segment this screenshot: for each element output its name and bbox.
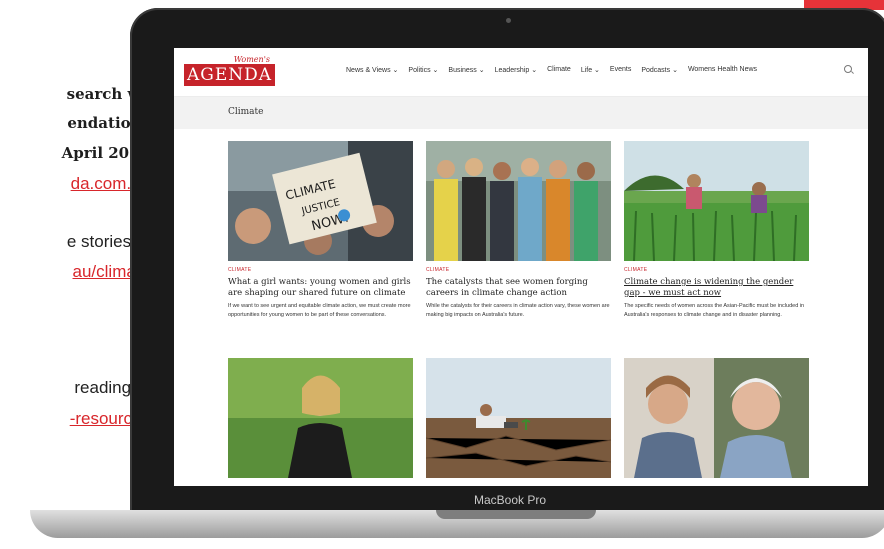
site-logo[interactable]: Women's AGENDA: [184, 55, 276, 88]
article-category: CLIMATE: [228, 267, 252, 273]
article-title[interactable]: What a girl wants: young women and girls…: [228, 277, 413, 299]
camera-icon: [506, 18, 511, 23]
left-copy: search we endations April 2023 da.com.au…: [0, 0, 150, 549]
article-image[interactable]: CLIMATE JUSTICE NOW!: [228, 141, 413, 261]
article-card[interactable]: [624, 358, 809, 478]
article-title[interactable]: Climate change is widening the gender ga…: [624, 277, 809, 299]
section-bar: Climate: [174, 97, 868, 129]
nav-podcasts[interactable]: Podcasts ⌄: [641, 66, 678, 74]
nav-life[interactable]: Life ⌄: [581, 66, 600, 74]
laptop-lid: Women's AGENDA News & Views ⌄ Politics ⌄…: [130, 8, 884, 513]
logo-tagline: Women's: [233, 55, 270, 64]
laptop-screen: Women's AGENDA News & Views ⌄ Politics ⌄…: [174, 48, 868, 486]
nav-womens-health-news[interactable]: Womens Health News: [688, 66, 757, 74]
nav-leadership[interactable]: Leadership ⌄: [495, 66, 537, 74]
article-title[interactable]: The catalysts that see women forging car…: [426, 277, 611, 299]
article-image[interactable]: [624, 358, 809, 478]
article-card[interactable]: [426, 358, 611, 478]
article-image[interactable]: [426, 358, 611, 478]
device-label: MacBook Pro: [473, 493, 547, 507]
nav-climate[interactable]: Climate: [547, 66, 571, 74]
main-nav: News & Views ⌄ Politics ⌄ Business ⌄ Lea…: [346, 66, 757, 74]
site-header: Women's AGENDA News & Views ⌄ Politics ⌄…: [174, 48, 868, 97]
article-card[interactable]: CLIMATE Climate change is widening the g…: [624, 141, 809, 320]
nav-politics[interactable]: Politics ⌄: [408, 66, 438, 74]
article-description: While the catalysts for their careers in…: [426, 303, 610, 318]
article-image[interactable]: [228, 358, 413, 478]
nav-business[interactable]: Business ⌄: [448, 66, 484, 74]
nav-events[interactable]: Events: [610, 66, 631, 74]
article-card[interactable]: CLIMATE JUSTICE NOW! CLIMATE What a girl…: [228, 141, 413, 320]
article-category: CLIMATE: [426, 267, 450, 273]
nav-news-views[interactable]: News & Views ⌄: [346, 66, 398, 74]
article-category: CLIMATE: [624, 267, 648, 273]
search-icon[interactable]: [844, 65, 852, 73]
article-description: The specific needs of women across the A…: [624, 303, 805, 318]
laptop-base: [30, 510, 884, 538]
section-title: Climate: [228, 107, 264, 117]
article-card[interactable]: [228, 358, 413, 478]
article-description: If we want to see urgent and equitable c…: [228, 303, 411, 318]
article-card[interactable]: CLIMATE The catalysts that see women for…: [426, 141, 611, 320]
article-image[interactable]: [624, 141, 809, 261]
laptop-notch: [436, 510, 596, 519]
logo-wordmark: AGENDA: [184, 64, 276, 86]
article-image[interactable]: [426, 141, 611, 261]
